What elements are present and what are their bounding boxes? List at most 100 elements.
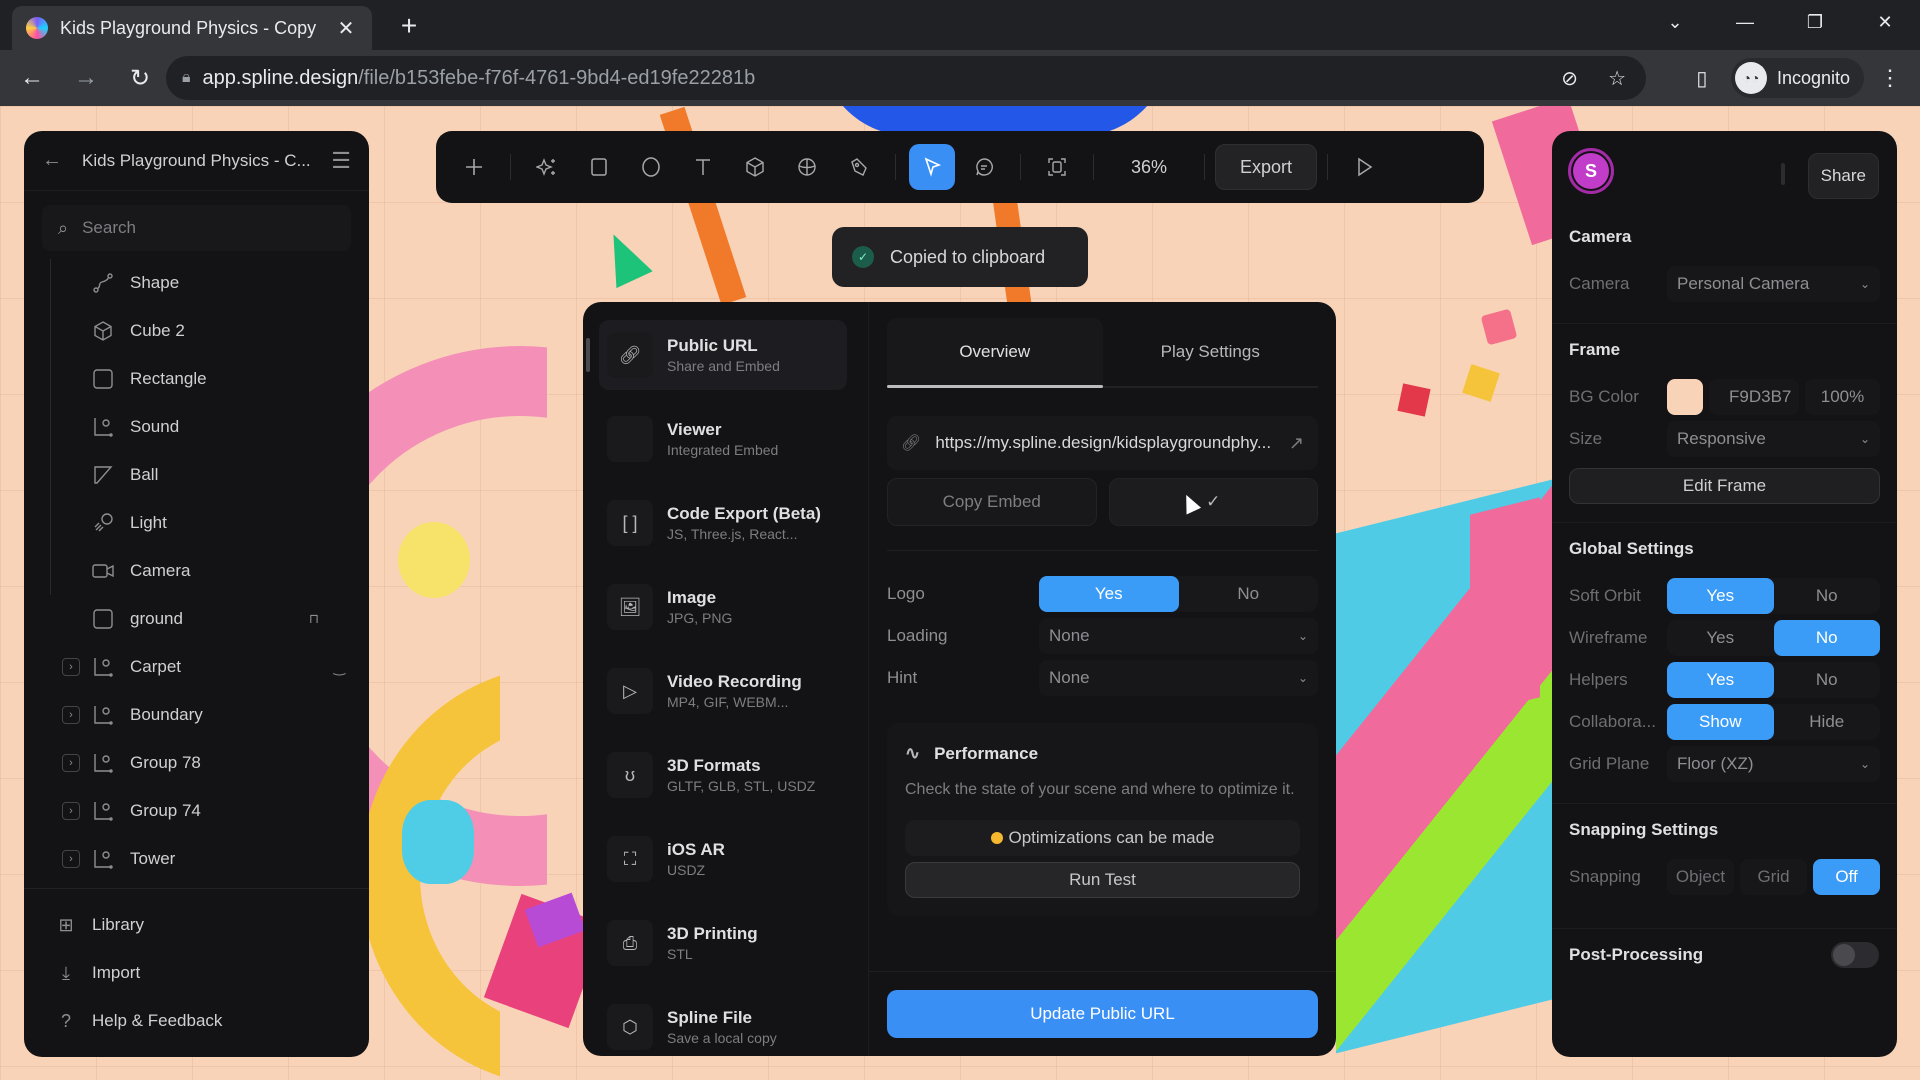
restore-icon[interactable]: ❐ <box>1780 12 1850 33</box>
run-test-button[interactable]: Run Test <box>905 862 1300 898</box>
expand-chevron-icon[interactable]: › <box>62 658 80 676</box>
update-public-url-button[interactable]: Update Public URL <box>887 990 1318 1038</box>
frame-tool-icon[interactable] <box>1034 144 1080 190</box>
search-input[interactable] <box>82 218 283 238</box>
footer-item-import[interactable]: ⤓ Import <box>24 949 369 997</box>
footer-item-library[interactable]: ⊞ Library <box>24 901 369 949</box>
size-select[interactable]: Responsive ⌄ <box>1667 421 1880 457</box>
export-option-public-url[interactable]: 🔗︎ Public URL Share and Embed <box>599 320 847 390</box>
export-option-code-export-beta[interactable]: [ ] Code Export (Beta) JS, Three.js, React… <box>599 488 847 558</box>
share-button[interactable]: Share <box>1807 153 1879 199</box>
bg-color-hex-input[interactable]: F9D3B7 <box>1709 379 1799 415</box>
logo-no-option[interactable]: No <box>1179 576 1319 612</box>
open-external-icon[interactable]: ↗ <box>1289 433 1304 454</box>
export-option-video-recording[interactable]: ▷ Video Recording MP4, GIF, WEBM... <box>599 656 847 726</box>
collabora-option-a[interactable]: Show <box>1667 704 1774 740</box>
wireframe-option-b[interactable]: No <box>1773 620 1880 656</box>
camera-select[interactable]: Personal Camera ⌄ <box>1667 266 1880 302</box>
layer-item[interactable]: › Carpet ‿ <box>48 643 369 691</box>
rectangle-tool-icon[interactable] <box>576 144 622 190</box>
export-option-spline-file[interactable]: ⬡ Spline File Save a local copy <box>599 992 847 1062</box>
export-button[interactable]: Export <box>1215 144 1318 190</box>
scrollbar[interactable] <box>586 338 590 372</box>
post-processing-toggle[interactable] <box>1831 942 1879 968</box>
hint-select[interactable]: None ⌄ <box>1039 660 1318 696</box>
sphere-tool-icon[interactable] <box>784 144 830 190</box>
edit-frame-button[interactable]: Edit Frame <box>1569 468 1880 504</box>
tab-search-icon[interactable]: ⌄ <box>1640 12 1710 33</box>
footer-item-help[interactable]: ? Help & Feedback <box>24 997 369 1045</box>
eye-off-icon[interactable]: ⊘ <box>1561 66 1578 91</box>
layer-item[interactable]: Shape <box>48 259 369 307</box>
browser-menu-icon[interactable]: ⋮ <box>1878 65 1902 91</box>
select-tool-icon[interactable] <box>909 144 955 190</box>
collabora-option-b[interactable]: Hide <box>1774 704 1881 740</box>
bg-color-alpha-input[interactable]: 100% <box>1805 379 1880 415</box>
url-bar[interactable]: 🔒︎ app.spline.design/file/b153febe-f76f-… <box>166 56 1646 100</box>
helpers-option-a[interactable]: Yes <box>1667 662 1774 698</box>
ai-sparkle-icon[interactable] <box>524 144 570 190</box>
back-arrow-icon[interactable]: ← <box>42 149 62 172</box>
layer-item[interactable]: Sound <box>48 403 369 451</box>
copy-embed-button[interactable]: Copy Embed <box>887 478 1097 526</box>
soft-orbit-option-a[interactable]: Yes <box>1667 578 1774 614</box>
export-option-viewer[interactable]: Viewer Integrated Embed <box>599 404 847 474</box>
snapping-option-grid[interactable]: Grid <box>1740 859 1807 895</box>
snapping-option-object[interactable]: Object <box>1667 859 1734 895</box>
layer-item[interactable]: Cube 2 <box>48 307 369 355</box>
layer-item[interactable]: ground ⊓ <box>48 595 369 643</box>
logo-yes-option[interactable]: Yes <box>1039 576 1179 612</box>
ellipse-tool-icon[interactable] <box>628 144 674 190</box>
export-option-ios-ar[interactable]: ⛶ iOS AR USDZ <box>599 824 847 894</box>
helpers-option-b[interactable]: No <box>1774 662 1881 698</box>
add-object-icon[interactable] <box>451 144 497 190</box>
minimize-icon[interactable]: — <box>1710 12 1780 33</box>
layer-item[interactable]: Light <box>48 499 369 547</box>
bg-color-swatch[interactable] <box>1667 379 1703 415</box>
new-tab-icon[interactable]: + <box>392 10 426 42</box>
layer-item[interactable]: › Boundary <box>48 691 369 739</box>
expand-chevron-icon[interactable]: › <box>62 754 80 772</box>
layer-item[interactable]: › Tower <box>48 835 369 883</box>
tab-play-settings[interactable]: Play Settings <box>1103 318 1319 386</box>
public-url-field[interactable]: 🔗︎ https://my.spline.design/kidsplaygrou… <box>887 416 1318 470</box>
user-avatar[interactable]: S <box>1568 148 1614 194</box>
tab-overview[interactable]: Overview <box>887 318 1103 386</box>
layer-item[interactable]: › Group 78 <box>48 739 369 787</box>
layer-item[interactable]: › Group 74 <box>48 787 369 835</box>
grid-plane-select[interactable]: Floor (XZ) ⌄ <box>1667 746 1880 782</box>
reload-icon[interactable]: ↻ <box>118 64 162 93</box>
close-window-icon[interactable]: ✕ <box>1850 12 1920 33</box>
eye-closed-icon[interactable]: ‿ <box>334 659 345 676</box>
bookmark-star-icon[interactable]: ☆ <box>1608 66 1626 91</box>
snapping-option-off[interactable]: Off <box>1813 859 1880 895</box>
export-option-3d-formats[interactable]: ʊ 3D Formats GLTF, GLB, STL, USDZ <box>599 740 847 810</box>
layer-search[interactable]: ⌕ <box>42 205 351 251</box>
browser-tab[interactable]: Kids Playground Physics - Copy ✕ <box>12 6 372 50</box>
lock-icon[interactable]: ⊓ <box>309 611 319 627</box>
export-option-3d-printing[interactable]: ⎙ 3D Printing STL <box>599 908 847 978</box>
text-tool-icon[interactable] <box>680 144 726 190</box>
loading-select[interactable]: None ⌄ <box>1039 618 1318 654</box>
hamburger-menu-icon[interactable]: ☰ <box>331 148 351 174</box>
soft-orbit-option-b[interactable]: No <box>1774 578 1881 614</box>
back-icon[interactable]: ← <box>10 64 54 92</box>
expand-chevron-icon[interactable]: › <box>62 706 80 724</box>
copy-link-button[interactable]: ✓ <box>1108 478 1318 526</box>
layer-item[interactable]: Ball <box>48 451 369 499</box>
comment-tool-icon[interactable] <box>961 144 1007 190</box>
side-panel-icon[interactable]: ▯ <box>1687 66 1717 91</box>
expand-chevron-icon[interactable]: › <box>62 850 80 868</box>
forward-icon[interactable]: → <box>64 64 108 92</box>
close-tab-icon[interactable]: ✕ <box>334 16 358 41</box>
pen-tool-icon[interactable] <box>836 144 882 190</box>
lock-icon[interactable]: 🔒︎ <box>182 69 191 87</box>
export-option-image[interactable]: 🖼︎ Image JPG, PNG <box>599 572 847 642</box>
play-icon[interactable] <box>1341 144 1387 190</box>
zoom-level[interactable]: 36% <box>1104 157 1194 178</box>
layer-item[interactable]: Camera <box>48 547 369 595</box>
file-title[interactable]: Kids Playground Physics - C... <box>82 151 331 171</box>
incognito-profile-button[interactable]: ◔◔ Incognito <box>1730 58 1864 98</box>
cube-tool-icon[interactable] <box>732 144 778 190</box>
expand-chevron-icon[interactable]: › <box>62 802 80 820</box>
